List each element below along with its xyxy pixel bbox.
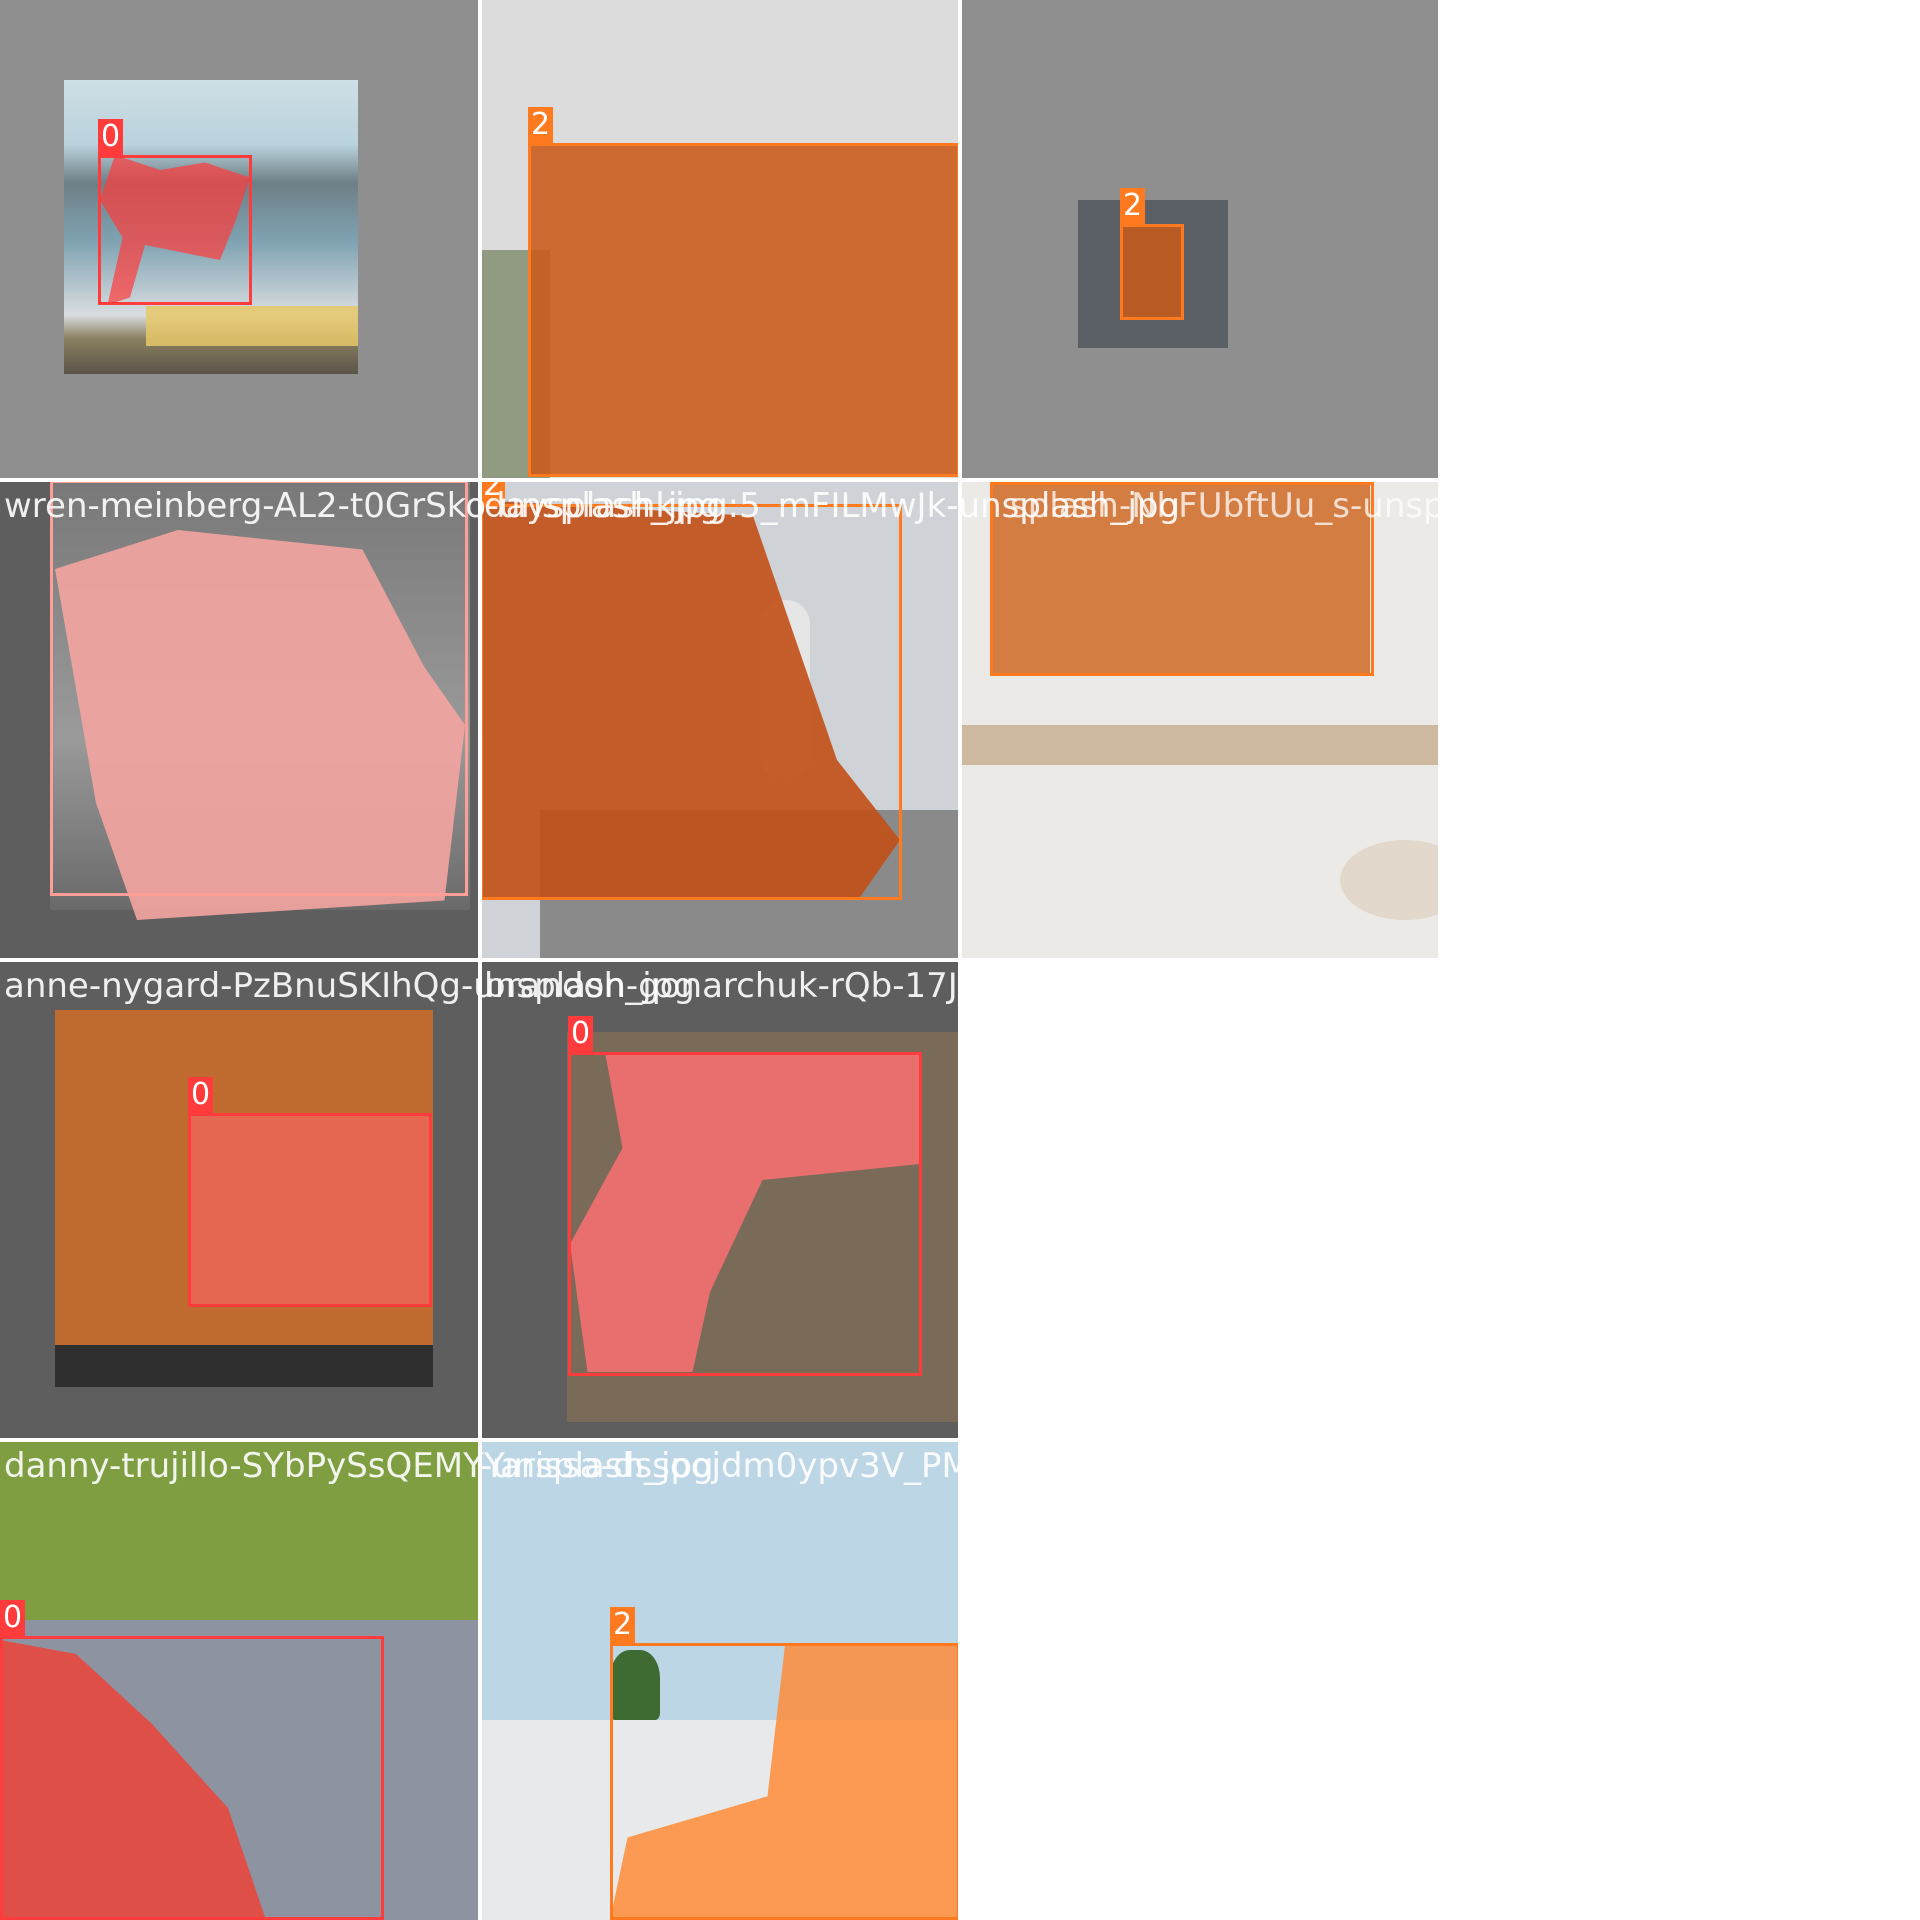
bbox-class-2	[1120, 224, 1184, 320]
ground-photo	[55, 1345, 433, 1387]
tile-5: 2	[480, 480, 960, 960]
tile-1: 0	[0, 0, 480, 480]
yellow-curb	[146, 306, 358, 346]
class-label-tag: 0	[0, 1600, 26, 1636]
bbox-class-0	[188, 1113, 432, 1307]
tile-filename: splash-NbFUbftUu_s-unsplash_jpg.rf.1f2	[1010, 486, 1685, 526]
chair-seat-photo	[1340, 840, 1440, 920]
bbox-class-1	[50, 480, 468, 896]
augmented-image-mosaic: 0 2 2 1 2 2	[0, 0, 1920, 1920]
grid-separator	[0, 478, 1440, 482]
class-label-tag: 0	[98, 119, 124, 155]
tile-4: 1	[0, 480, 480, 960]
table-photo	[960, 725, 1440, 765]
bbox-class-0	[98, 155, 252, 305]
bbox-class-2	[528, 143, 960, 477]
bbox-class-0	[0, 1636, 384, 1920]
bbox-class-2	[610, 1643, 960, 1920]
bbox-class-0	[568, 1052, 922, 1376]
tile-3: 2	[960, 0, 1440, 480]
class-label-tag: 2	[528, 107, 554, 143]
tile-2: 2	[480, 0, 960, 480]
class-label-tag: 2	[610, 1607, 636, 1643]
class-label-tag: 2	[1120, 188, 1146, 224]
class-label-tag: 0	[568, 1016, 594, 1052]
tile-8: 0	[480, 960, 960, 1440]
class-label-tag: 0	[188, 1077, 214, 1113]
tile-6: 2	[960, 480, 1440, 960]
bbox-class-2	[480, 504, 902, 900]
grid-separator	[0, 958, 1440, 962]
tile-filename: Yarissa-dssoojdm0ypv3V_PM-unsplash_jpg.	[484, 1446, 1216, 1486]
tile-7: 0	[0, 960, 480, 1440]
tile-filename: howard-bouchevreau-S2r2Ex8jv2o-unsplash	[964, 966, 1716, 1006]
grid-separator	[0, 1438, 960, 1442]
tile-11: 2	[480, 1440, 960, 1920]
tile-10: 0	[0, 1440, 480, 1920]
